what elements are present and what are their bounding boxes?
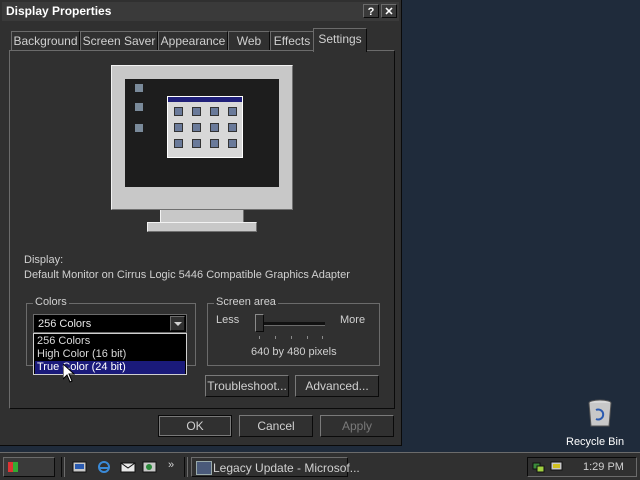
mini-desktop-icon (135, 84, 143, 92)
colors-option-24bit[interactable]: True Color (24 bit) (35, 361, 185, 374)
outlook-express-icon[interactable] (120, 460, 136, 474)
slider-tick (322, 336, 323, 339)
colors-legend: Colors (33, 296, 69, 308)
monitor-screen (125, 79, 279, 195)
colors-option-16bit[interactable]: High Color (16 bit) (35, 348, 185, 361)
colors-options-list: 256 Colors High Color (16 bit) True Colo… (33, 333, 187, 375)
taskbar-button-label: Legacy Update - Microsof... (213, 461, 360, 475)
taskbar: » Legacy Update - Microsof... 1:29 PM (0, 452, 640, 480)
mini-window (167, 96, 243, 158)
tab-background[interactable]: Background (11, 31, 80, 50)
network-icon[interactable] (532, 461, 545, 473)
mini-desktop-icon (135, 124, 143, 132)
slider-tick (291, 336, 292, 339)
title-bar[interactable]: Display Properties ? ✕ (2, 2, 399, 21)
tab-settings[interactable]: Settings (313, 28, 367, 52)
recycle-bin-icon[interactable] (580, 398, 620, 428)
dropdown-arrow-button[interactable] (170, 316, 185, 331)
colors-option-256[interactable]: 256 Colors (35, 335, 185, 348)
screen-area-value: 640 by 480 pixels (251, 346, 337, 358)
mini-desktop-icon (135, 103, 143, 111)
tab-effects[interactable]: Effects (270, 31, 314, 50)
start-button[interactable] (3, 457, 55, 477)
dialog-title: Display Properties (6, 4, 112, 18)
apply-button[interactable]: Apply (320, 415, 394, 437)
taskbar-separator (61, 457, 65, 477)
monitor-base (147, 222, 257, 232)
slider-tick (259, 336, 260, 339)
tab-appearance[interactable]: Appearance (158, 31, 228, 50)
slider-tick (307, 336, 308, 339)
screen-area-slider-thumb[interactable] (255, 314, 264, 332)
help-icon: ? (367, 6, 375, 18)
tab-screen-saver[interactable]: Screen Saver (80, 31, 158, 50)
screen-area-slider-track[interactable] (255, 322, 325, 326)
monitor-neck (160, 210, 244, 222)
slider-tick (275, 336, 276, 339)
more-label: More (340, 314, 366, 326)
internet-explorer-icon[interactable] (96, 460, 112, 474)
display-adapter-text: Default Monitor on Cirrus Logic 5446 Com… (24, 269, 350, 281)
less-label: Less (216, 314, 240, 326)
clock[interactable]: 1:29 PM (583, 461, 624, 473)
mouse-cursor-icon (63, 364, 75, 383)
quick-launch-more-icon[interactable]: » (168, 459, 174, 471)
cancel-button[interactable]: Cancel (239, 415, 313, 437)
mini-taskbar (125, 187, 279, 195)
colors-dropdown[interactable]: 256 Colors (33, 314, 187, 333)
screen-area-legend: Screen area (214, 296, 278, 308)
show-desktop-icon[interactable] (72, 460, 88, 474)
ok-button[interactable]: OK (158, 415, 232, 437)
display-properties-dialog: Display Properties ? ✕ Background Screen… (0, 0, 402, 446)
close-button[interactable]: ✕ (381, 4, 397, 18)
advanced-button[interactable]: Advanced... (295, 375, 379, 397)
tab-web[interactable]: Web (228, 31, 270, 50)
close-icon: ✕ (384, 6, 394, 18)
ie-window-icon (196, 461, 212, 475)
chevron-down-icon (174, 322, 182, 326)
help-button[interactable]: ? (363, 4, 379, 18)
channels-icon[interactable] (142, 460, 158, 474)
taskbar-separator (184, 457, 188, 477)
system-tray: 1:29 PM (527, 457, 637, 477)
recycle-bin-label[interactable]: Recycle Bin (566, 436, 624, 448)
windows-logo-icon (8, 462, 18, 472)
colors-selected-value: 256 Colors (38, 318, 92, 330)
troubleshoot-button[interactable]: Troubleshoot... (205, 375, 289, 397)
display-label: Display: (24, 254, 64, 266)
display-settings-icon[interactable] (550, 461, 563, 473)
taskbar-button-legacy-update[interactable]: Legacy Update - Microsof... (191, 457, 360, 477)
